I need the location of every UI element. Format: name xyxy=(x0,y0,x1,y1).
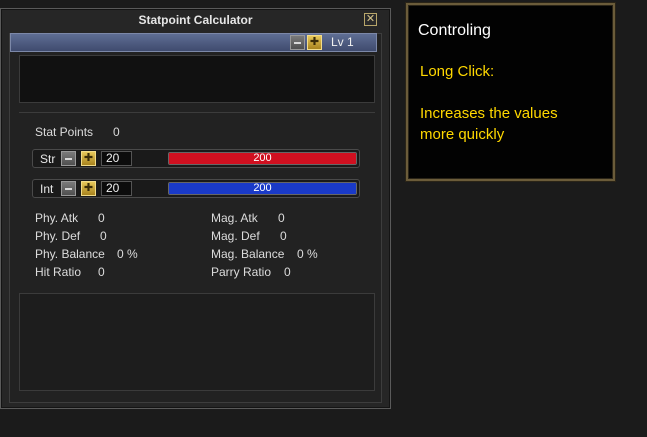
mag-balance-value: 0 % xyxy=(297,247,318,261)
int-increase-button[interactable] xyxy=(81,181,96,196)
parry-ratio-value: 0 xyxy=(284,265,291,279)
stat-row-str: Str 20 200 xyxy=(32,149,360,168)
hit-ratio-value: 0 xyxy=(98,265,105,279)
stat-name-str: Str xyxy=(40,152,56,166)
int-value-input[interactable]: 20 xyxy=(101,181,132,196)
phy-def-value: 0 xyxy=(100,229,107,243)
tooltip-heading: Long Click: xyxy=(420,63,495,80)
close-icon: ✕ xyxy=(365,13,376,25)
mag-def-value: 0 xyxy=(280,229,287,243)
tooltip-line-2: more quickly xyxy=(420,126,505,143)
phy-balance-label: Phy. Balance xyxy=(35,247,105,261)
phy-def-label: Phy. Def xyxy=(35,229,81,243)
level-increase-button[interactable] xyxy=(307,35,322,50)
character-name-box xyxy=(19,55,375,103)
stat-points-value: 0 xyxy=(113,125,120,139)
phy-atk-label: Phy. Atk xyxy=(35,211,79,225)
level-label: Lv 1 xyxy=(331,35,354,49)
str-decrease-button[interactable] xyxy=(61,151,76,166)
tooltip-line-1: Increases the values xyxy=(420,105,558,122)
mag-balance-label: Mag. Balance xyxy=(211,247,285,261)
level-bar: Lv 1 xyxy=(10,33,377,52)
tooltip-title: Controling xyxy=(418,22,491,39)
stat-points-label: Stat Points xyxy=(35,125,94,139)
str-bar-value: 200 xyxy=(253,152,272,164)
close-button[interactable]: ✕ xyxy=(364,13,377,26)
phy-atk-value: 0 xyxy=(98,211,105,225)
level-decrease-button[interactable] xyxy=(290,35,305,50)
int-bar: 200 xyxy=(168,182,357,195)
stat-row-int: Int 20 200 xyxy=(32,179,360,198)
lower-panel xyxy=(19,293,375,391)
parry-ratio-label: Parry Ratio xyxy=(211,265,272,279)
int-bar-value: 200 xyxy=(253,182,272,194)
str-bar: 200 xyxy=(168,152,357,165)
mag-atk-value: 0 xyxy=(278,211,285,225)
mag-atk-label: Mag. Atk xyxy=(211,211,258,225)
str-value-input[interactable]: 20 xyxy=(101,151,132,166)
int-decrease-button[interactable] xyxy=(61,181,76,196)
mag-def-label: Mag. Def xyxy=(211,229,260,243)
str-increase-button[interactable] xyxy=(81,151,96,166)
window-title: Statpoint Calculator xyxy=(138,13,253,27)
stat-name-int: Int xyxy=(40,182,54,196)
hit-ratio-label: Hit Ratio xyxy=(35,265,82,279)
phy-balance-value: 0 % xyxy=(117,247,138,261)
controls-tooltip: Controling Long Click: Increases the val… xyxy=(406,3,615,181)
